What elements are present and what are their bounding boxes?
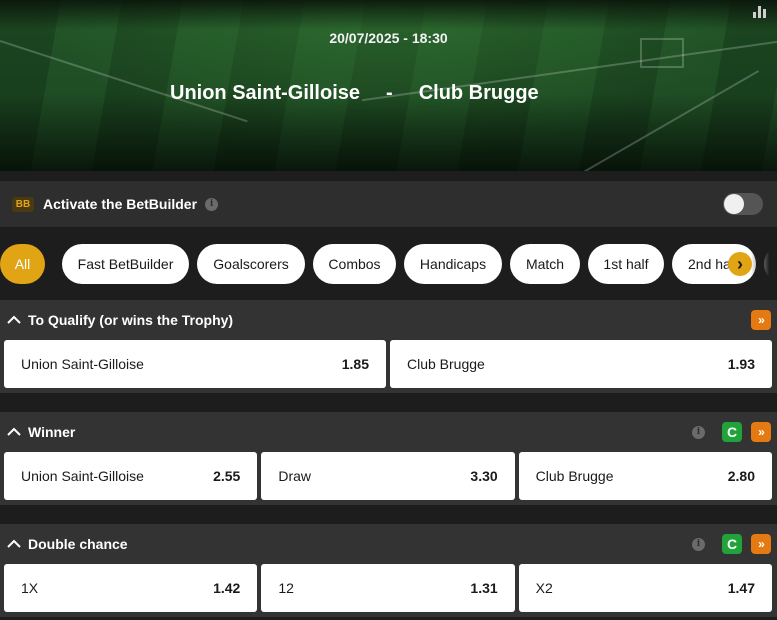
filter-chip-match[interactable]: Match [510, 244, 580, 284]
selection-label: 12 [278, 580, 294, 596]
market-title: To Qualify (or wins the Trophy) [28, 312, 234, 328]
market-winner: Winner i C » Union Saint-Gilloise 2.55 D… [0, 412, 777, 505]
odds-row: 1X 1.42 12 1.31 X2 1.47 [0, 564, 777, 617]
market-filter-bar: All Fast BetBuilder Goalscorers Combos H… [0, 243, 777, 285]
odds-button[interactable]: Draw 3.30 [261, 452, 515, 500]
selection-price: 1.47 [727, 580, 755, 596]
selection-label: Union Saint-Gilloise [21, 468, 144, 484]
odds-button[interactable]: 1X 1.42 [4, 564, 258, 612]
odds-row: Union Saint-Gilloise 1.85 Club Brugge 1.… [0, 340, 777, 393]
selection-price: 1.31 [470, 580, 498, 596]
market-header[interactable]: To Qualify (or wins the Trophy) » [0, 300, 777, 340]
betbuilder-toggle[interactable] [723, 193, 763, 215]
selection-label: 1X [21, 580, 39, 596]
selection-price: 3.30 [470, 468, 498, 484]
selection-label: Union Saint-Gilloise [21, 356, 144, 372]
filter-chip-goalscorers[interactable]: Goalscorers [197, 244, 305, 284]
selection-label: X2 [535, 580, 553, 596]
filter-chip-combos[interactable]: Combos [313, 244, 396, 284]
chevron-up-icon[interactable] [6, 536, 22, 552]
selection-price: 1.42 [213, 580, 241, 596]
betbuilder-bar: BB Activate the BetBuilder i [0, 181, 777, 227]
market-header[interactable]: Double chance i C » [0, 524, 777, 564]
chevron-up-icon[interactable] [6, 424, 22, 440]
betbuilder-badge-icon: BB [12, 196, 34, 212]
filter-chip-all[interactable]: All [0, 244, 45, 284]
odds-button[interactable]: X2 1.47 [518, 564, 772, 612]
selection-label: Draw [278, 468, 311, 484]
teams-separator: - [386, 82, 393, 104]
filter-chip-handicaps[interactable]: Handicaps [404, 244, 502, 284]
info-icon[interactable]: i [692, 425, 705, 439]
match-header: 20/07/2025 - 18:30 Union Saint-Gilloise … [0, 0, 777, 171]
selection-label: Club Brugge [535, 468, 614, 484]
odds-button[interactable]: Club Brugge 1.93 [390, 340, 772, 388]
market-double-chance: Double chance i C » 1X 1.42 12 1.31 X2 1… [0, 524, 777, 617]
info-icon[interactable]: i [205, 197, 219, 211]
odds-row: Union Saint-Gilloise 2.55 Draw 3.30 Club… [0, 452, 777, 505]
betbuilder-label: Activate the BetBuilder [43, 196, 198, 212]
selection-price: 1.93 [727, 356, 755, 372]
filter-chip-fast-betbuilder[interactable]: Fast BetBuilder [62, 244, 189, 284]
away-team: Club Brugge [418, 82, 539, 104]
selection-label: Club Brugge [407, 356, 485, 372]
selection-price: 1.85 [341, 356, 369, 372]
match-datetime: 20/07/2025 - 18:30 [329, 30, 448, 46]
match-teams: Union Saint-Gilloise - Club Brugge [170, 82, 539, 105]
market-header[interactable]: Winner i C » [0, 412, 777, 452]
market-title: Double chance [28, 536, 128, 552]
chevron-up-icon[interactable] [6, 312, 22, 328]
filter-chip-1st-half[interactable]: 1st half [588, 244, 664, 284]
cashout-icon[interactable]: C [722, 422, 742, 442]
toggle-knob [724, 194, 744, 214]
selection-price: 2.55 [213, 468, 241, 484]
expand-icon[interactable]: » [751, 310, 771, 330]
expand-icon[interactable]: » [751, 534, 771, 554]
stats-icon[interactable] [753, 2, 769, 18]
expand-icon[interactable]: » [751, 422, 771, 442]
market-to-qualify: To Qualify (or wins the Trophy) » Union … [0, 300, 777, 393]
odds-button[interactable]: Union Saint-Gilloise 2.55 [4, 452, 258, 500]
chips-fade [751, 243, 777, 285]
market-title: Winner [28, 424, 76, 440]
home-team: Union Saint-Gilloise [170, 82, 361, 104]
cashout-icon[interactable]: C [722, 534, 742, 554]
odds-button[interactable]: 12 1.31 [261, 564, 515, 612]
odds-button[interactable]: Club Brugge 2.80 [518, 452, 772, 500]
info-icon[interactable]: i [692, 537, 705, 551]
chevron-right-icon[interactable]: › [728, 252, 752, 276]
odds-button[interactable]: Union Saint-Gilloise 1.85 [4, 340, 386, 388]
selection-price: 2.80 [727, 468, 755, 484]
